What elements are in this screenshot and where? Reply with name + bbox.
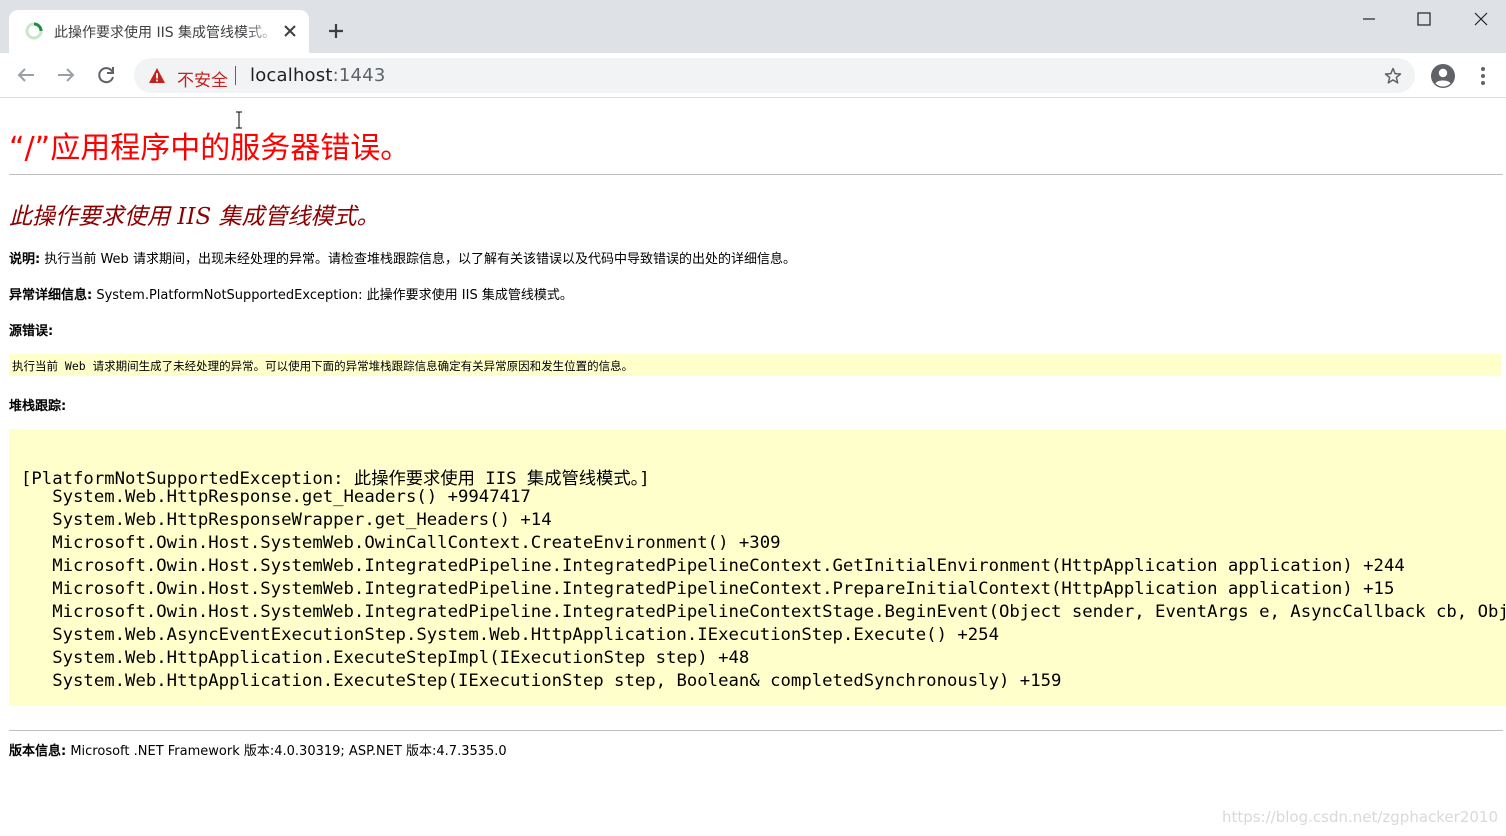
forward-arrow-icon[interactable]: [54, 63, 78, 87]
error-title: 此操作要求使用 IIS 集成管线模式。: [9, 204, 380, 230]
version-text: Microsoft .NET Framework 版本:4.0.30319; A…: [66, 744, 507, 759]
stack-line: System.Web.HttpResponse.get_Headers() +9…: [21, 487, 531, 507]
warning-triangle-icon: [149, 68, 165, 83]
url-host: localhost: [250, 65, 333, 86]
description-label: 说明:: [9, 252, 41, 267]
divider: [9, 174, 1503, 175]
source-error-heading: 源错误:: [9, 320, 53, 339]
stack-trace-box: [PlatformNotSupportedException: 此操作要求使用 …: [9, 429, 1506, 706]
maximize-icon[interactable]: [1409, 6, 1439, 32]
exception-details: 异常详细信息: System.PlatformNotSupportedExcep…: [9, 284, 573, 303]
exception-label: 异常详细信息:: [9, 288, 93, 303]
stack-line: System.Web.HttpApplication.ExecuteStepIm…: [21, 648, 750, 668]
browser-toolbar: 不安全 localhost:1443: [0, 53, 1506, 98]
minimize-icon[interactable]: [1354, 6, 1384, 32]
reload-icon[interactable]: [94, 63, 118, 87]
exception-text: System.PlatformNotSupportedException: 此操…: [92, 288, 573, 303]
stack-line: System.Web.HttpResponseWrapper.get_Heade…: [21, 510, 552, 530]
kebab-menu-icon[interactable]: [1475, 63, 1491, 89]
stack-line: System.Web.HttpApplication.ExecuteStep(I…: [21, 671, 1062, 691]
stack-line: Microsoft.Owin.Host.SystemWeb.OwinCallCo…: [21, 533, 781, 553]
divider: [9, 730, 1503, 731]
watermark: https://blog.csdn.net/zgphacker2010: [1221, 808, 1498, 826]
stack-line: Microsoft.Owin.Host.SystemWeb.Integrated…: [21, 556, 1405, 576]
plus-icon[interactable]: [324, 19, 348, 43]
page-title: “/”应用程序中的服务器错误。: [9, 131, 411, 166]
back-arrow-icon[interactable]: [14, 63, 38, 87]
star-icon[interactable]: [1383, 66, 1403, 86]
window-close-icon[interactable]: [1466, 6, 1496, 32]
active-tab[interactable]: 此操作要求使用 IIS 集成管线模式。: [9, 10, 309, 53]
page-content: “/”应用程序中的服务器错误。 此操作要求使用 IIS 集成管线模式。 说明: …: [0, 99, 1506, 836]
stack-line: System.Web.AsyncEventExecutionStep.Syste…: [21, 625, 999, 645]
stack-trace-label: 堆栈跟踪:: [9, 399, 67, 414]
url-text[interactable]: localhost:1443: [250, 65, 385, 86]
stack-line: Microsoft.Owin.Host.SystemWeb.Integrated…: [52, 602, 1506, 622]
stack-line: [PlatformNotSupportedException: 此操作要求使用 …: [21, 469, 650, 489]
stack-line: Microsoft.Owin.Host.SystemWeb.Integrated…: [21, 579, 1395, 599]
close-icon[interactable]: [280, 21, 300, 41]
version-info: 版本信息: Microsoft .NET Framework 版本:4.0.30…: [9, 740, 507, 759]
tab-title: 此操作要求使用 IIS 集成管线模式。: [54, 25, 277, 41]
address-bar[interactable]: 不安全 localhost:1443: [134, 58, 1415, 93]
account-icon[interactable]: [1430, 63, 1456, 89]
omnibox-separator: [235, 66, 236, 85]
spinner-icon: [25, 22, 43, 40]
source-error-text: 执行当前 Web 请求期间生成了未经处理的异常。可以使用下面的异常堆栈跟踪信息确…: [12, 359, 634, 373]
security-status[interactable]: 不安全: [177, 66, 228, 91]
version-label: 版本信息:: [9, 744, 67, 759]
tab-strip: 此操作要求使用 IIS 集成管线模式。: [0, 0, 1506, 53]
source-error-box: 执行当前 Web 请求期间生成了未经处理的异常。可以使用下面的异常堆栈跟踪信息确…: [9, 354, 1501, 376]
url-port: :1443: [332, 65, 386, 86]
source-error-label: 源错误:: [9, 324, 54, 339]
description: 说明: 执行当前 Web 请求期间，出现未经处理的异常。请检查堆栈跟踪信息，以了…: [9, 248, 796, 267]
description-text: 执行当前 Web 请求期间，出现未经处理的异常。请检查堆栈跟踪信息，以了解有关该…: [40, 252, 796, 267]
stack-trace-heading: 堆栈跟踪:: [9, 395, 66, 414]
